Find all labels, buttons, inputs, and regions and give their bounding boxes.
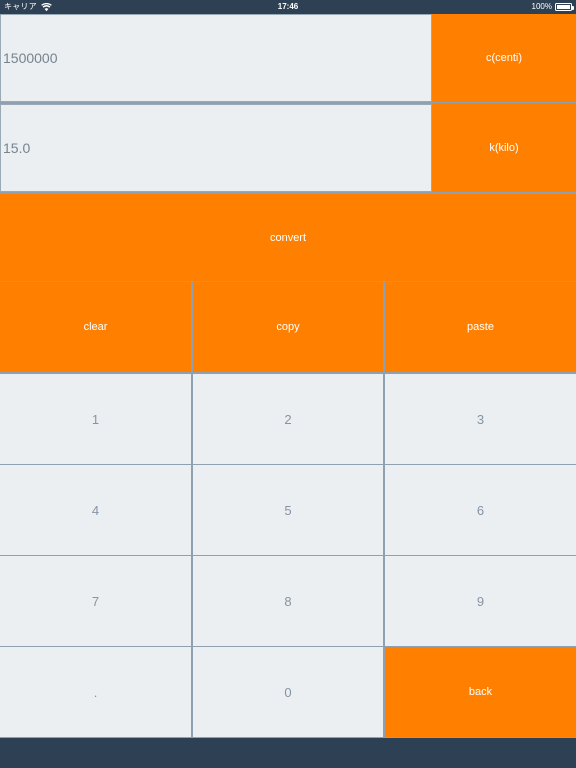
app-root: キャリア 17:46 100% 1500000 c(centi) 15.0 k(… [0, 0, 576, 768]
keypad-key-2[interactable]: 2 [193, 374, 383, 464]
copy-button[interactable]: copy [193, 282, 383, 372]
value-input-1[interactable]: 1500000 [0, 14, 432, 102]
convert-button[interactable]: convert [0, 194, 576, 281]
keypad-key-9[interactable]: 9 [385, 556, 576, 646]
unit-button-1[interactable]: c(centi) [432, 14, 576, 102]
keypad-key-back[interactable]: back [385, 647, 576, 737]
keypad-key-decimal[interactable]: . [0, 647, 191, 737]
keypad-key-5[interactable]: 5 [193, 465, 383, 555]
keypad-key-1[interactable]: 1 [0, 374, 191, 464]
keypad-key-4[interactable]: 4 [0, 465, 191, 555]
status-bar-right: 100% [531, 0, 574, 14]
keypad-key-7[interactable]: 7 [0, 556, 191, 646]
unit-button-2[interactable]: k(kilo) [432, 103, 576, 192]
keypad-key-8[interactable]: 8 [193, 556, 383, 646]
status-bar-clock: 17:46 [277, 2, 299, 11]
keypad-key-0[interactable]: 0 [193, 647, 383, 737]
value-input-2[interactable]: 15.0 [0, 104, 432, 192]
clear-button[interactable]: clear [0, 282, 191, 372]
keypad-key-3[interactable]: 3 [385, 374, 576, 464]
battery-icon [555, 3, 574, 11]
status-bar: キャリア 17:46 100% [0, 0, 576, 14]
home-indicator-bar [0, 738, 576, 768]
keypad-key-6[interactable]: 6 [385, 465, 576, 555]
paste-button[interactable]: paste [385, 282, 576, 372]
battery-percent-label: 100% [531, 2, 552, 11]
converter-screen: 1500000 c(centi) 15.0 k(kilo) convert cl… [0, 14, 576, 738]
battery-fill [557, 5, 570, 9]
